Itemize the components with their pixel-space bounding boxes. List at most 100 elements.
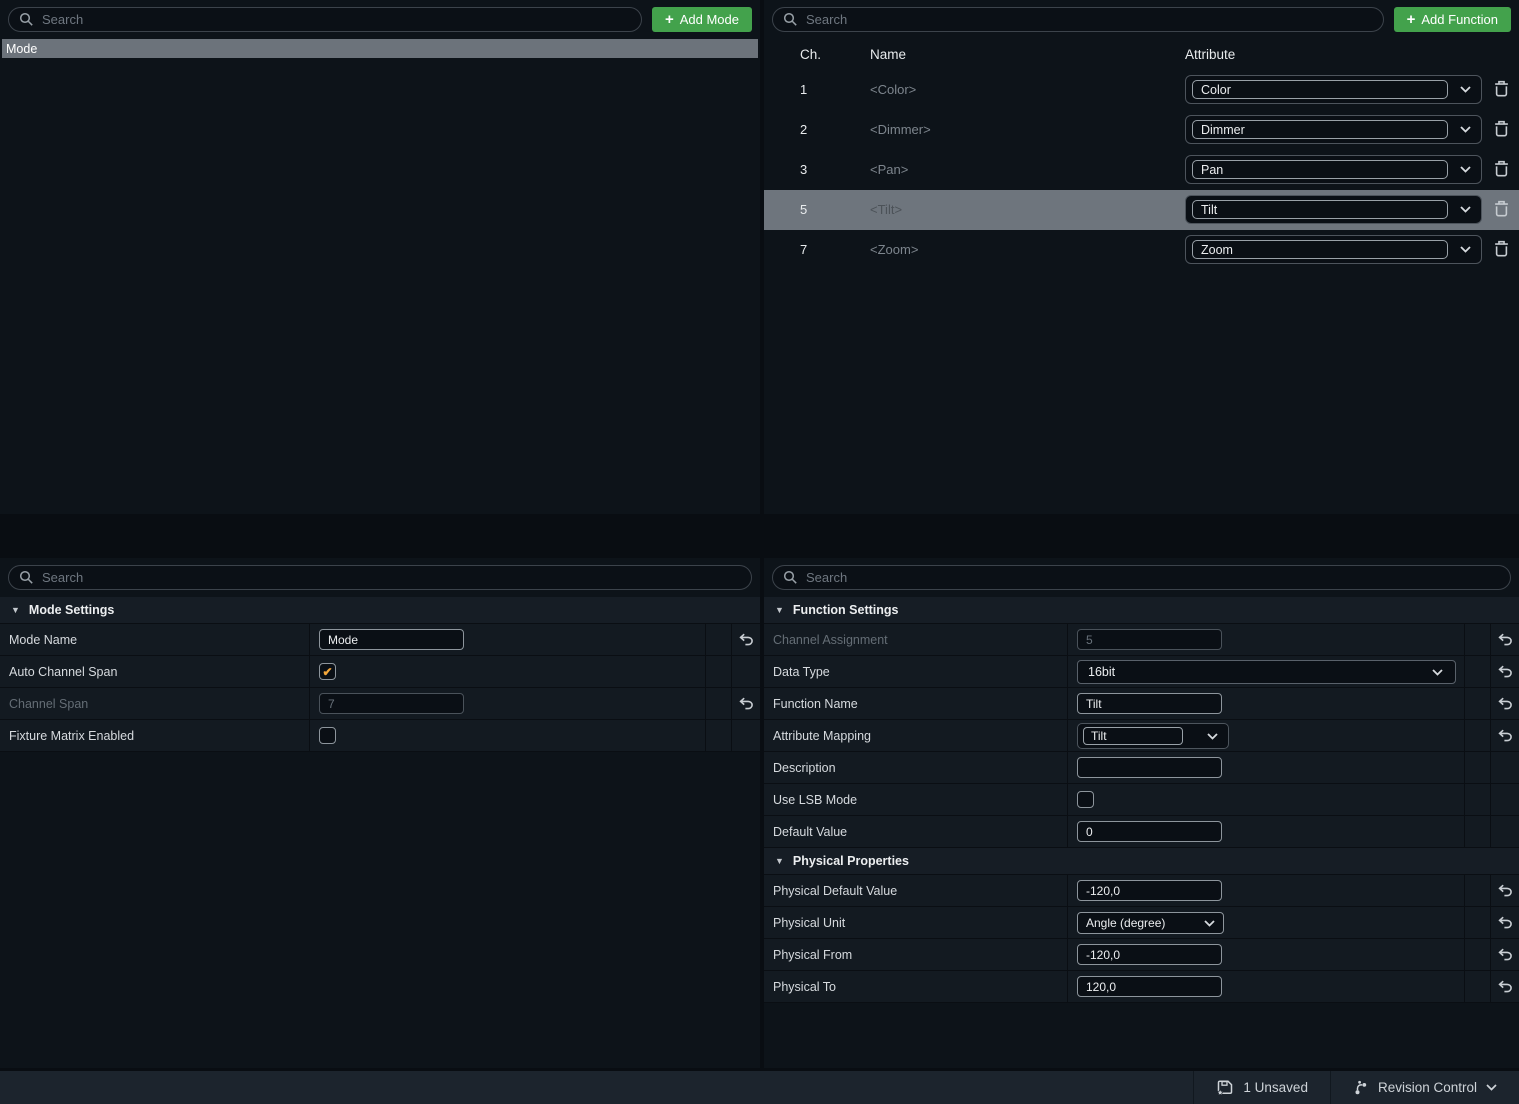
function-row[interactable]: 3<Pan>Pan: [764, 150, 1519, 190]
mode-list: Mode: [0, 39, 760, 58]
physical-from-input[interactable]: -120,0: [1077, 944, 1222, 965]
prop-spacer-cell: [1465, 907, 1491, 938]
mode-name-input[interactable]: Mode: [319, 629, 464, 650]
fixture-matrix-enabled-checkbox[interactable]: [319, 727, 336, 744]
functions-search-input[interactable]: [806, 12, 1373, 27]
prop-label-text: Physical Unit: [773, 916, 845, 930]
reset-to-default-button[interactable]: [1491, 907, 1519, 938]
prop-spacer-cell: [706, 688, 732, 719]
revision-control-menu[interactable]: Revision Control: [1330, 1071, 1519, 1104]
chevron-down-icon: [1207, 733, 1218, 740]
mode-settings-search-input[interactable]: [42, 570, 741, 585]
auto-channel-span-checkbox[interactable]: ✔: [319, 663, 336, 680]
attribute-select-value: Dimmer: [1193, 123, 1245, 137]
function-settings-search-input[interactable]: [806, 570, 1500, 585]
mode-list-item[interactable]: Mode: [2, 39, 758, 58]
functions-search[interactable]: [772, 7, 1384, 32]
physical-to-input[interactable]: 120,0: [1077, 976, 1222, 997]
prop-reset-cell: [732, 656, 760, 687]
section-title: Function Settings: [793, 603, 899, 617]
delete-function-button[interactable]: [1490, 199, 1512, 221]
description-input[interactable]: [1077, 757, 1222, 778]
prop-spacer-cell: [1465, 784, 1491, 815]
default-value-value: 0: [1086, 825, 1093, 839]
undo-arrow-icon: [1498, 916, 1513, 929]
reset-to-default-button[interactable]: [1491, 656, 1519, 687]
attribute-select-value-box: Dimmer: [1192, 120, 1448, 139]
attribute-select-value: Pan: [1193, 163, 1223, 177]
reset-to-default-button[interactable]: [1491, 875, 1519, 906]
prop-value-cell: [1068, 784, 1465, 815]
prop-spacer-cell: [1465, 971, 1491, 1002]
prop-label-text: Mode Name: [9, 633, 77, 647]
default-value-input[interactable]: 0: [1077, 821, 1222, 842]
use-lsb-mode-checkbox[interactable]: [1077, 791, 1094, 808]
prop-label-text: Channel Assignment: [773, 633, 888, 647]
delete-function-button[interactable]: [1490, 159, 1512, 181]
prop-label-text: Physical Default Value: [773, 884, 897, 898]
attribute-select[interactable]: Pan: [1185, 155, 1482, 184]
chevron-down-icon: [1432, 669, 1443, 676]
attribute-select[interactable]: Tilt: [1185, 195, 1482, 224]
reset-to-default-button[interactable]: [1491, 971, 1519, 1002]
data-type-select[interactable]: 16bit: [1077, 660, 1456, 684]
unsaved-label: 1 Unsaved: [1243, 1080, 1308, 1095]
reset-to-default-button[interactable]: [732, 624, 760, 655]
physical-default-value-input[interactable]: -120,0: [1077, 880, 1222, 901]
mode-item-label: Mode: [6, 42, 37, 56]
prop-row-auto-channel-span: Auto Channel Span ✔: [0, 656, 760, 688]
prop-label-text: Auto Channel Span: [9, 665, 117, 679]
function-name: <Dimmer>: [870, 122, 931, 137]
reset-to-default-button[interactable]: [1491, 720, 1519, 751]
function-name-input[interactable]: Tilt: [1077, 693, 1222, 714]
mode-settings-search[interactable]: [8, 565, 752, 590]
prop-spacer-cell: [1465, 624, 1491, 655]
function-row[interactable]: 1<Color>Color: [764, 70, 1519, 110]
revision-control-label: Revision Control: [1378, 1080, 1477, 1095]
reset-to-default-button[interactable]: [1491, 939, 1519, 970]
prop-spacer-cell: [1465, 816, 1491, 847]
reset-to-default-button[interactable]: [1491, 688, 1519, 719]
section-header-mode-settings[interactable]: ▼Mode Settings: [0, 597, 760, 624]
delete-function-button[interactable]: [1490, 239, 1512, 261]
prop-value-cell: -120,0: [1068, 939, 1465, 970]
modes-search[interactable]: [8, 7, 642, 32]
unsaved-status[interactable]: 1 Unsaved: [1193, 1071, 1330, 1104]
function-settings-search[interactable]: [772, 565, 1511, 590]
function-row[interactable]: 7<Zoom>Zoom: [764, 230, 1519, 270]
attribute-select[interactable]: Dimmer: [1185, 115, 1482, 144]
prop-row-physical-default-value: Physical Default Value -120,0: [764, 875, 1519, 907]
add-mode-button[interactable]: + Add Mode: [652, 7, 752, 32]
prop-value-cell: Tilt: [1068, 720, 1465, 751]
attribute-select-value-box: Pan: [1192, 160, 1448, 179]
function-row[interactable]: 2 <Dimmer> Dimmer: [764, 110, 1519, 150]
physical-unit-select[interactable]: Angle (degree): [1077, 912, 1224, 934]
delete-function-button[interactable]: [1490, 79, 1512, 101]
reset-to-default-button[interactable]: [732, 688, 760, 719]
prop-row-fixture-matrix-enabled: Fixture Matrix Enabled: [0, 720, 760, 752]
checkmark-icon: ✔: [322, 666, 332, 678]
section-header-physical-properties[interactable]: ▼Physical Properties: [764, 848, 1519, 875]
attribute-select[interactable]: Color: [1185, 75, 1482, 104]
modes-panel: + Add Mode Mode: [0, 0, 760, 514]
section-header-function-settings[interactable]: ▼Function Settings: [764, 597, 1519, 624]
prop-label: Attribute Mapping: [764, 720, 1068, 751]
reset-to-default-button[interactable]: [1491, 624, 1519, 655]
function-row[interactable]: 5<Tilt>Tilt: [764, 190, 1519, 230]
save-unsaved-icon: [1216, 1079, 1234, 1096]
attribute-select[interactable]: Zoom: [1185, 235, 1482, 264]
function-name: <Zoom>: [870, 242, 918, 257]
prop-label-text: Use LSB Mode: [773, 793, 857, 807]
search-icon: [19, 570, 34, 585]
delete-function-button[interactable]: [1490, 119, 1512, 141]
trash-icon: [1494, 120, 1509, 137]
prop-label: Data Type: [764, 656, 1068, 687]
channel-assignment-value: 5: [1086, 633, 1093, 647]
mode-settings-body: ▼Mode Settings Mode Name Mode Auto Channel …: [0, 597, 760, 752]
modes-search-input[interactable]: [42, 12, 631, 27]
function-name-value: Tilt: [1086, 697, 1102, 711]
function-channel: 2: [800, 122, 826, 137]
attribute-mapping-combo[interactable]: Tilt: [1077, 723, 1229, 749]
add-function-button[interactable]: + Add Function: [1394, 7, 1511, 32]
functions-panel: + Add Function Ch. Name Attribute 1<Colo…: [764, 0, 1519, 514]
